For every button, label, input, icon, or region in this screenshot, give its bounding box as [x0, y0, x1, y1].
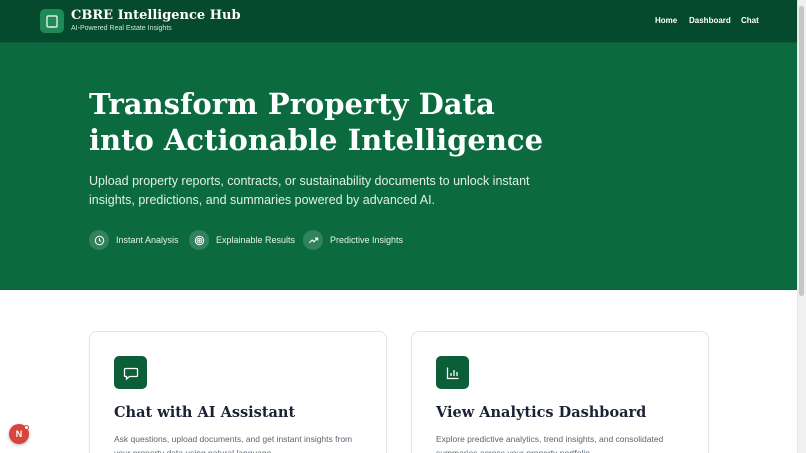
card-description: Explore predictive analytics, trend insi…: [436, 434, 664, 453]
card-title: View Analytics Dashboard: [436, 404, 647, 421]
badge-indicator-dot: [24, 425, 29, 430]
hero-title-line-2: into Actionable Intelligence: [89, 123, 544, 157]
bar-chart-icon: [436, 356, 469, 389]
chat-bubble-icon: [114, 356, 147, 389]
scrollbar-thumb[interactable]: [799, 6, 804, 296]
card-description: Ask questions, upload documents, and get…: [114, 434, 353, 453]
card-chat-assistant[interactable]: Chat with AI Assistant Ask questions, up…: [89, 331, 387, 453]
nav-home[interactable]: Home: [655, 16, 677, 25]
brand-title[interactable]: CBRE Intelligence Hub: [71, 8, 241, 23]
card-title: Chat with AI Assistant: [114, 404, 296, 421]
feature-instant-analysis: Instant Analysis: [89, 230, 179, 250]
target-icon: [189, 230, 209, 250]
card-analytics-dashboard[interactable]: View Analytics Dashboard Explore predict…: [411, 331, 709, 453]
feature-label: Predictive Insights: [330, 235, 404, 245]
feature-predictive-insights: Predictive Insights: [303, 230, 403, 250]
top-navbar: CBRE Intelligence Hub AI-Powered Real Es…: [0, 0, 797, 43]
hero-title: Transform Property Data into Actionable …: [89, 86, 649, 158]
feature-label: Instant Analysis: [116, 235, 179, 245]
hero-title-line-1: Transform Property Data: [89, 87, 495, 121]
feature-explainable-results: Explainable Results: [189, 230, 295, 250]
nav-chat[interactable]: Chat: [741, 16, 759, 25]
building-icon[interactable]: [40, 9, 64, 33]
hero-description: Upload property reports, contracts, or s…: [89, 174, 530, 207]
clock-icon: [89, 230, 109, 250]
trending-up-icon: [303, 230, 323, 250]
brand-subtitle: AI-Powered Real Estate Insights: [71, 25, 172, 32]
nav-dashboard[interactable]: Dashboard: [689, 16, 731, 25]
page: CBRE Intelligence Hub AI-Powered Real Es…: [0, 0, 806, 453]
hero-section: Transform Property Data into Actionable …: [0, 43, 797, 290]
feature-label: Explainable Results: [216, 235, 296, 245]
